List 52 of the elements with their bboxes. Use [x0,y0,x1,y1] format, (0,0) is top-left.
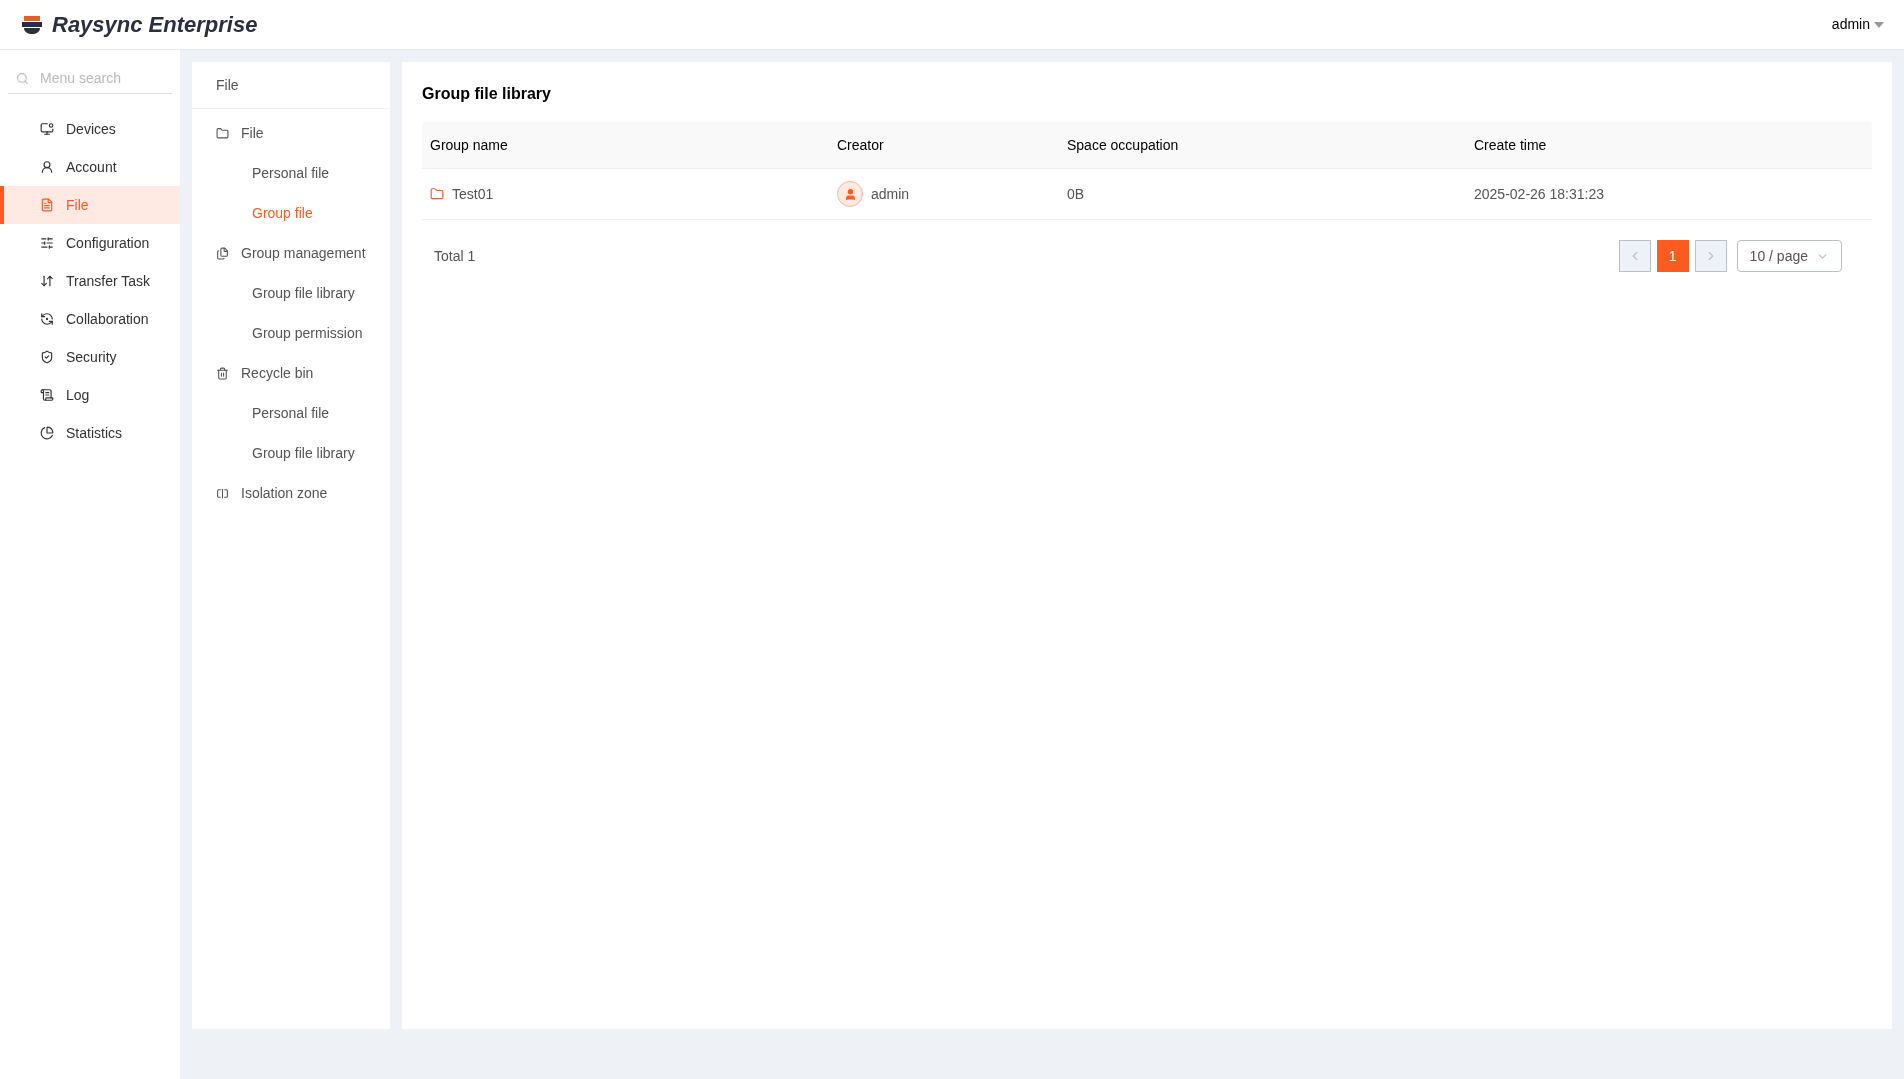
folder-icon [430,187,444,201]
files-icon [216,246,229,260]
column-header: Creator [837,135,885,155]
list-icon [40,388,54,402]
total-count: Total 1 [434,246,476,266]
table-cell-text: 0B [1067,184,1086,204]
table-cell-text: 2025-02-26 18:31:23 [1474,184,1605,204]
column-header: Create time [1474,135,1548,155]
sidebar-item[interactable]: Devices [0,110,180,148]
sliders-icon [40,236,54,250]
table-cell-text: admin [871,184,910,204]
previous-page-button[interactable] [1618,240,1651,272]
sidebar-item[interactable]: Account [0,148,180,186]
user-menu[interactable]: admin [1831,14,1884,35]
page-title: Group file library [422,84,552,104]
nav-sub-item[interactable]: Personal file [192,153,390,193]
panel-title: File [192,62,390,109]
nav-group-item[interactable]: Recycle bin [192,353,390,393]
sidebar-item[interactable]: Log [0,376,180,414]
nav-sub-item[interactable]: Group file library [192,433,390,473]
sidebar-item[interactable]: Security [0,338,180,376]
arrows-up-down-icon [40,274,54,288]
sidebar-item[interactable]: Statistics [0,414,180,452]
table-cell-text: Test01 [452,184,494,204]
folder-icon [216,126,229,140]
caret-icon [1874,21,1884,28]
refresh-icon [40,312,54,326]
menu-search-field[interactable]: Menu search [8,62,172,94]
nav-group-item[interactable]: Isolation zone [192,473,390,513]
trash-icon [216,366,229,380]
shield-icon [40,350,54,364]
nav-sub-item[interactable]: Group file library [192,273,390,313]
next-page-button[interactable] [1694,240,1727,272]
logo-icon [20,13,44,36]
nav-group-item[interactable]: Group management [192,233,390,273]
column-header: Space occupation [1067,135,1180,155]
brand-name: Raysync Enterprise [52,11,258,39]
sidebar-item[interactable]: Configuration [0,224,180,262]
sidebar-item[interactable]: Collaboration [0,300,180,338]
pie-chart-icon [40,426,54,440]
column-header: Group name [430,135,509,155]
nav-sub-item[interactable]: Personal file [192,393,390,433]
person-icon [843,187,857,201]
document-icon [40,198,54,212]
search-icon [16,72,29,85]
nav-sub-item[interactable]: Group permission [192,313,390,353]
split-square-icon [216,486,229,500]
monitor-icon [40,122,54,136]
user-icon [40,160,54,174]
nav-group-item[interactable]: File [192,113,390,153]
sidebar-item[interactable]: Transfer Task [0,262,180,300]
page-size-select[interactable]: 10 / page [1736,240,1842,272]
